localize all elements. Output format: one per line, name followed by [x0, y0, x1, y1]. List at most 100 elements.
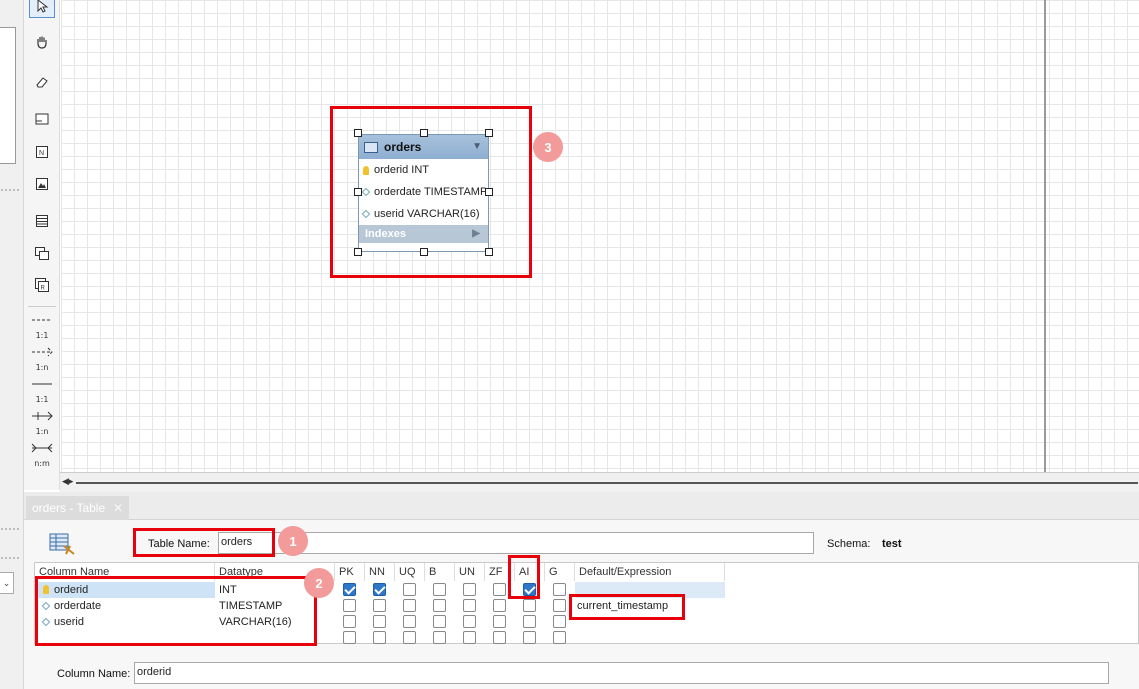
layer-icon: [35, 113, 49, 125]
relationship-1-n-tool[interactable]: 1:n: [28, 346, 56, 372]
zf-checkbox[interactable]: [493, 631, 506, 644]
close-icon[interactable]: ✕: [113, 501, 123, 515]
side-panel-edge: ⌄: [0, 0, 24, 689]
image-icon: [36, 178, 48, 190]
pk-checkbox[interactable]: [343, 583, 356, 596]
b-checkbox[interactable]: [433, 631, 446, 644]
splitter-grip[interactable]: [0, 188, 20, 192]
ai-checkbox[interactable]: [523, 599, 536, 612]
relationship-label: 1:1: [35, 395, 49, 404]
g-checkbox[interactable]: [553, 615, 566, 628]
view-tool[interactable]: [29, 241, 55, 265]
zf-checkbox[interactable]: [493, 583, 506, 596]
relationship-1-1-identifying-tool[interactable]: 1:1: [28, 378, 56, 404]
relationship-label: n:m: [34, 459, 50, 468]
b-checkbox[interactable]: [433, 583, 446, 596]
column-name-label: Column Name:: [57, 668, 131, 680]
nn-checkbox[interactable]: [373, 583, 386, 596]
pk-checkbox[interactable]: [343, 615, 356, 628]
highlight-box: [133, 528, 275, 557]
relationship-line-icon: [31, 443, 53, 453]
uq-checkbox[interactable]: [403, 631, 416, 644]
ai-checkbox[interactable]: [523, 631, 536, 644]
table-tool[interactable]: [29, 209, 55, 233]
header-pk[interactable]: PK: [335, 563, 365, 581]
step-badge: 1: [278, 526, 308, 556]
hand-tool[interactable]: [29, 30, 55, 54]
routine-group-tool[interactable]: R: [29, 273, 55, 297]
header-un[interactable]: UN: [455, 563, 485, 581]
page-boundary: [1044, 0, 1046, 472]
b-checkbox[interactable]: [433, 615, 446, 628]
un-checkbox[interactable]: [463, 599, 476, 612]
relationship-label: 1:n: [35, 427, 49, 436]
editor-tab-bar: orders - Table ✕: [24, 492, 1139, 520]
note-icon: N: [36, 146, 48, 158]
svg-text:N: N: [39, 150, 44, 157]
tab-label: orders - Table: [32, 501, 106, 515]
relationship-line-icon: [32, 383, 52, 385]
splitter-grip[interactable]: [0, 556, 20, 560]
header-default-expression[interactable]: Default/Expression: [575, 563, 725, 581]
uq-checkbox[interactable]: [403, 599, 416, 612]
step-badge: 2: [304, 568, 334, 598]
chevron-down-icon[interactable]: ⌄: [0, 572, 14, 594]
table-icon: [36, 215, 48, 227]
eraser-icon: [36, 77, 48, 88]
relationship-n-m-tool[interactable]: n:m: [28, 442, 56, 468]
view-icon: [35, 247, 49, 260]
eraser-tool[interactable]: [29, 70, 55, 94]
select-tool[interactable]: [29, 0, 55, 18]
un-checkbox[interactable]: [463, 631, 476, 644]
header-uq[interactable]: UQ: [395, 563, 425, 581]
highlight-box: [35, 576, 317, 646]
splitter-grip[interactable]: [0, 527, 20, 531]
highlight-box: [508, 555, 540, 599]
uq-checkbox[interactable]: [403, 615, 416, 628]
relationship-line-icon: [32, 347, 53, 357]
relationship-1-1-tool[interactable]: 1:1: [28, 314, 56, 340]
header-b[interactable]: B: [425, 563, 455, 581]
header-g[interactable]: G: [545, 563, 575, 581]
layer-tool[interactable]: [29, 107, 55, 131]
diagram-canvas[interactable]: [61, 0, 1139, 472]
relationship-line-icon: [32, 411, 53, 421]
image-tool[interactable]: [29, 172, 55, 196]
un-checkbox[interactable]: [463, 583, 476, 596]
relationship-line-icon: [32, 319, 52, 321]
zf-checkbox[interactable]: [493, 615, 506, 628]
column-name-input-value: orderid: [137, 666, 172, 678]
scroll-left-icon[interactable]: ◀▸: [62, 476, 73, 487]
header-nn[interactable]: NN: [365, 563, 395, 581]
un-checkbox[interactable]: [463, 615, 476, 628]
g-checkbox[interactable]: [553, 599, 566, 612]
highlight-box: [569, 594, 685, 620]
highlight-box: [330, 106, 532, 278]
pk-checkbox[interactable]: [343, 599, 356, 612]
b-checkbox[interactable]: [433, 599, 446, 612]
g-checkbox[interactable]: [553, 583, 566, 596]
tab-orders-table[interactable]: orders - Table ✕: [26, 496, 130, 520]
relationship-label: 1:n: [35, 363, 49, 372]
tool-palette: N R 1:1 1:n 1:1 1:n n:m: [24, 0, 60, 490]
schema-value: test: [882, 538, 902, 550]
g-checkbox[interactable]: [553, 631, 566, 644]
scrollbar-thumb[interactable]: [76, 482, 1138, 484]
nn-checkbox[interactable]: [373, 599, 386, 612]
column-name-input[interactable]: orderid: [134, 662, 1109, 684]
divider: [28, 306, 56, 307]
pk-checkbox[interactable]: [343, 631, 356, 644]
ai-checkbox[interactable]: [523, 615, 536, 628]
relationship-1-n-identifying-tool[interactable]: 1:n: [28, 410, 56, 436]
note-tool[interactable]: N: [29, 140, 55, 164]
relationship-label: 1:1: [35, 331, 49, 340]
side-panel-content: [0, 27, 16, 164]
pointer-icon: [37, 0, 49, 13]
schema-label: Schema:: [827, 538, 871, 550]
uq-checkbox[interactable]: [403, 583, 416, 596]
zf-checkbox[interactable]: [493, 599, 506, 612]
nn-checkbox[interactable]: [373, 615, 386, 628]
routine-icon: R: [35, 278, 49, 292]
nn-checkbox[interactable]: [373, 631, 386, 644]
horizontal-scrollbar[interactable]: ◀▸: [60, 472, 1139, 492]
